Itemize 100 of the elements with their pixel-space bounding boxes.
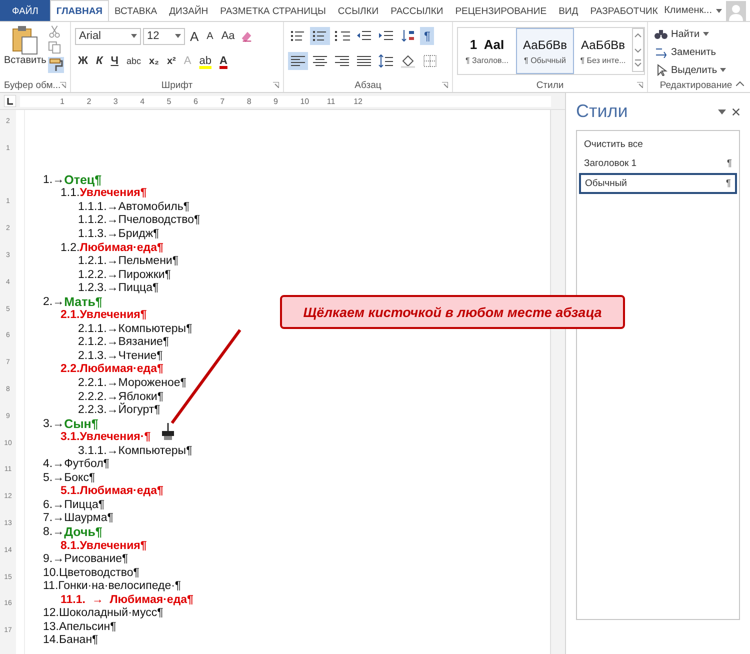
style-item[interactable]: Обычный ¶ [579,173,737,194]
list-text: Увлечения·¶ [80,431,151,444]
list-text: Пельмени¶ [118,255,179,268]
paste-button[interactable]: Вставить [4,25,46,78]
font-name-field[interactable]: Arial [75,28,141,44]
list-text: Пчеловодство¶ [118,214,200,226]
align-left-icon[interactable] [288,52,308,70]
highlight-button[interactable]: ab [196,52,214,70]
shrink-font-button[interactable]: A [204,27,216,45]
select-button[interactable]: Выделить [652,62,740,78]
replace-button[interactable]: Заменить [652,44,740,60]
grow-font-button[interactable]: A [187,27,202,45]
list-text: Увлечения¶ [80,309,147,322]
list-number: 1.1.2.→ [78,214,118,226]
dialog-launcher-icon[interactable] [60,82,66,88]
list-number: 8.1. [60,540,80,552]
list-text: Рисование¶ [64,553,128,566]
change-case-button[interactable]: Aa [218,27,238,45]
dialog-launcher-icon[interactable] [637,82,643,88]
ribbon-tab[interactable]: РАЗМЕТКА СТРАНИЦЫ [214,0,332,21]
list-text: Любимая·еда¶ [80,485,164,498]
style-sample: АаБбВв [523,38,567,52]
file-tab[interactable]: ФАЙЛ [0,0,50,21]
scissors-icon[interactable] [48,25,62,38]
ribbon-tab[interactable]: ВСТАВКА [108,0,164,21]
list-text: Шоколадный·мусс¶ [59,607,164,620]
user-name[interactable]: Клименк... [664,5,712,16]
copy-icon[interactable] [48,41,62,54]
list-number: 2.→ [43,296,64,308]
format-button[interactable]: abc [123,52,144,70]
format-painter-icon[interactable] [48,57,64,73]
numbering-icon[interactable] [310,27,330,45]
list-number: 6.→ [43,498,64,511]
style-item[interactable]: Очистить все [579,135,737,154]
ribbon-tab[interactable]: ВИД [552,0,584,21]
list-number: 8.→ [43,526,64,538]
list-number: 2.2. [60,363,80,376]
group-label: Буфер обм... [4,80,61,90]
replace-arrow-icon [654,46,668,58]
close-icon[interactable] [732,108,740,116]
list-text: Цветоводство¶ [59,566,140,579]
list-number: 1.2. [60,242,80,254]
ribbon-tab[interactable]: ССЫЛКИ [332,0,385,21]
list-text: Мать¶ [64,294,102,309]
eraser-icon[interactable] [240,30,253,42]
clipboard-icon [11,25,40,55]
ribbon-tab[interactable]: ДИЗАЙН [163,0,214,21]
ribbon-tab[interactable]: ГЛАВНАЯ [50,0,109,21]
style-item[interactable]: Заголовок 1 ¶ [579,154,737,173]
line-spacing-icon[interactable] [376,52,396,70]
pane-title: Стили [576,101,629,122]
format-button[interactable]: Ж [75,52,91,70]
format-button[interactable]: x₂ [146,52,162,70]
list-text: Шаурма¶ [64,512,114,524]
style-preview[interactable]: 1 AaI ¶ Заголов... [458,28,516,74]
list-number: 7.→ [43,512,64,524]
list-number: 5.→ [43,472,64,484]
font-size-field[interactable]: 12 [143,28,185,44]
list-number: 2.2.1.→ [78,376,118,389]
list-number: 2.2.3.→ [78,404,118,416]
show-marks-button[interactable]: ¶ [420,27,434,45]
collapse-ribbon-icon[interactable] [736,81,744,86]
list-text: Отец¶ [64,172,102,187]
list-number: 1.1.3.→ [78,228,118,240]
ribbon-tab[interactable]: РАЗРАБОТЧИК [584,0,664,21]
font-color-button[interactable]: A [216,52,230,70]
list-text: Пирожки¶ [118,268,171,281]
list-number: 2.1.2.→ [78,336,118,348]
list-text: Банан¶ [59,634,98,646]
gallery-scroll-icon[interactable] [632,28,644,72]
list-text: Увлечения¶ [80,187,147,200]
caret-icon[interactable] [131,34,137,38]
find-button[interactable]: Найти [652,26,740,42]
style-preview[interactable]: АаБбВв ¶ Без инте... [574,28,632,74]
caret-icon[interactable] [716,8,722,12]
style-preview[interactable]: АаБбВв ¶ Обычный [516,28,574,74]
format-button[interactable]: К [92,52,106,70]
list-number: 11.1. → [60,594,104,606]
ribbon-tab[interactable]: РЕЦЕНЗИРОВАНИЕ [449,0,553,21]
binoculars-icon [654,28,668,40]
list-text: Гонки·на·велосипеде·¶ [58,580,182,592]
list-number: 2.1.3.→ [78,350,118,362]
list-text: Любимая·еда¶ [80,363,164,376]
caret-icon[interactable] [718,108,726,116]
format-button[interactable]: x² [164,52,179,70]
format-button[interactable]: Ч [108,52,122,70]
list-number: 12. [43,607,59,620]
list-text: Футбол¶ [64,458,110,470]
list-text: Любимая·еда¶ [110,594,194,606]
list-text: Любимая·еда¶ [80,242,164,254]
ribbon-tab[interactable]: РАССЫЛКИ [384,0,450,21]
list-number: 2.1.1.→ [78,322,118,335]
list-text: Пицца¶ [118,282,159,294]
tab-stop-icon[interactable] [4,95,16,107]
dialog-launcher-icon[interactable] [442,82,448,88]
style-name: ¶ Заголов... [466,56,508,65]
list-number: 5.1. [60,485,80,498]
caret-icon[interactable] [175,34,181,38]
list-number: 14. [43,634,59,646]
dialog-launcher-icon[interactable] [273,82,279,88]
